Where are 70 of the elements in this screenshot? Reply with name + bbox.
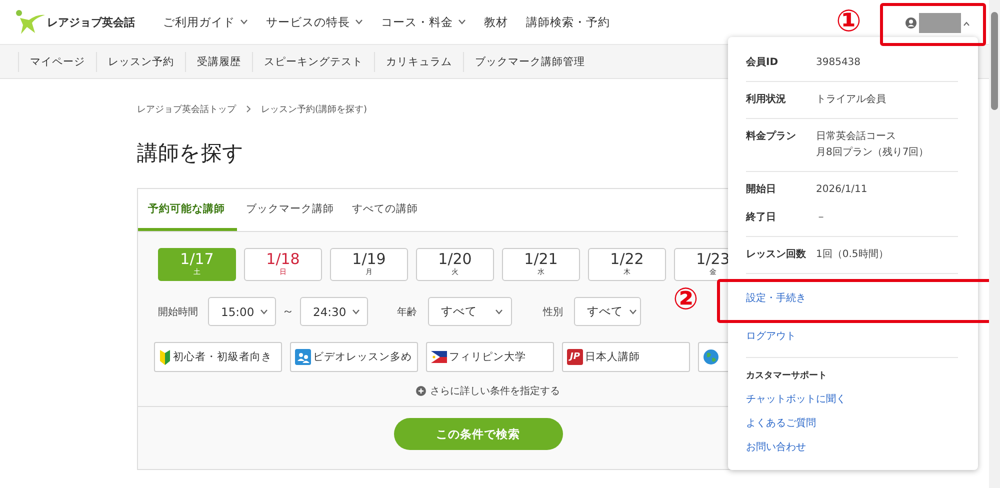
chevron-down-icon	[629, 308, 637, 314]
nav-link[interactable]: 講師検索・予約	[526, 14, 610, 30]
age-select[interactable]: すべて	[428, 297, 512, 326]
subnav-link[interactable]: マイページ	[18, 52, 96, 72]
tab[interactable]: 予約可能な講師	[138, 189, 237, 231]
menu-link[interactable]: ログアウト	[746, 329, 958, 345]
step-number: ②	[673, 285, 698, 315]
chevron-down-icon	[352, 308, 360, 314]
jp-badge: JP	[567, 349, 583, 365]
info-value: －	[816, 211, 826, 225]
filter-chip[interactable]: JP 日本人講師	[562, 342, 690, 372]
account-button[interactable]	[905, 13, 970, 33]
chevron-down-icon	[458, 19, 466, 25]
scrollbar-thumb[interactable]	[991, 12, 998, 110]
info-label: 終了日	[746, 210, 777, 225]
filter-label: 年齢	[397, 306, 417, 318]
chevron-right-icon	[246, 105, 251, 113]
menu-link[interactable]: 設定・手続き	[746, 291, 958, 307]
flag-icon	[431, 351, 447, 363]
range-separator: ～	[282, 303, 294, 320]
logo-text[interactable]: レアジョブ英会話	[47, 14, 135, 30]
chevron-down-icon	[355, 19, 363, 25]
nav-link[interactable]: ご利用ガイド	[163, 14, 248, 30]
chevron-down-icon	[240, 19, 248, 25]
nav-link[interactable]: 教材	[484, 14, 508, 30]
subnav-link[interactable]: レッスン予約	[96, 52, 185, 72]
more-conditions-link[interactable]: さらに詳しい条件を指定する	[430, 384, 560, 398]
chevron-down-icon	[495, 308, 503, 314]
redacted-name	[919, 13, 961, 33]
plus-circle-icon	[416, 386, 426, 396]
user-icon	[905, 17, 917, 29]
info-label: 開始日	[746, 182, 777, 197]
filter-label: 性別	[543, 306, 563, 318]
video-chat-icon	[295, 349, 311, 365]
filter-chip[interactable]: 初心者・初級者向き	[154, 342, 282, 372]
gender-select[interactable]: すべて	[574, 297, 641, 326]
subnav-link[interactable]: スピーキングテスト	[252, 52, 374, 72]
info-value: トライアル会員	[816, 93, 886, 107]
section-heading: カスタマーサポート	[746, 370, 828, 383]
nav-link[interactable]: サービスの特長	[266, 14, 363, 30]
info-value: 1回（0.5時間）	[816, 248, 888, 262]
info-label: 料金プラン	[746, 129, 797, 144]
breadcrumb-link[interactable]: レアジョブ英会話トップ	[137, 102, 236, 116]
globe-icon	[703, 349, 719, 365]
info-value: 2026/1/11	[816, 183, 868, 197]
chevron-up-icon	[963, 20, 970, 26]
tab[interactable]: すべての講師	[343, 189, 427, 231]
menu-link[interactable]: チャットボットに聞く	[746, 392, 958, 408]
info-value: 3985438	[816, 56, 861, 70]
info-value: 日常英会話コース	[816, 130, 897, 144]
beginner-mark-icon	[159, 350, 171, 364]
chevron-down-icon	[260, 308, 268, 314]
filter-chip[interactable]: フィリピン大学	[426, 342, 554, 372]
nav-link[interactable]: コース・料金	[381, 14, 466, 30]
subnav-link[interactable]: カリキュラム	[374, 52, 463, 72]
filter-chip[interactable]: ビデオレッスン多め	[290, 342, 418, 372]
time-select[interactable]: 24:30	[300, 297, 368, 326]
menu-link[interactable]: よくあるご質問	[746, 416, 958, 432]
menu-link[interactable]: お問い合わせ	[746, 440, 958, 456]
tab[interactable]: ブックマーク講師	[237, 189, 343, 231]
subnav-link[interactable]: 受講履歴	[185, 52, 252, 72]
info-label: 会員ID	[746, 56, 780, 70]
step-number: ①	[836, 7, 862, 37]
info-label: 利用状況	[746, 92, 787, 107]
filter-label: 開始時間	[158, 306, 198, 318]
logo-icon	[15, 8, 45, 36]
page-title: 講師を探す	[137, 140, 244, 167]
subnav-link[interactable]: ブックマーク講師管理	[463, 52, 596, 72]
time-select[interactable]: 15:00	[208, 297, 276, 326]
info-value: 月8回プラン（残り7回）	[816, 146, 929, 160]
